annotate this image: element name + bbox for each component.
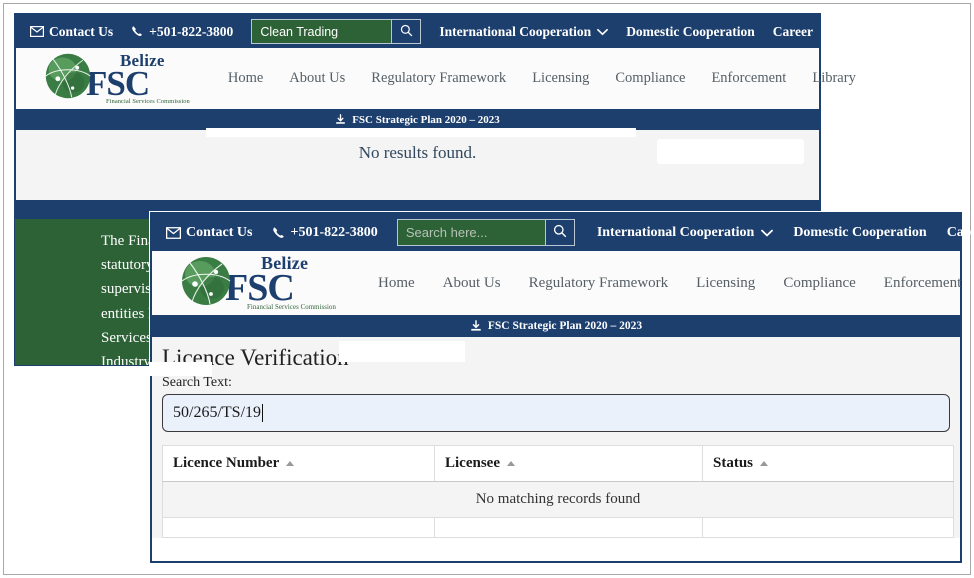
bg-search-group[interactable] <box>251 19 422 44</box>
bg-nav-home[interactable]: Home <box>228 70 263 87</box>
download-icon <box>335 114 346 125</box>
fg-search-group[interactable] <box>396 219 575 246</box>
fg-phone-label: +501-822-3800 <box>290 224 378 240</box>
fg-nav-enforcement[interactable]: Enforcement <box>884 275 961 292</box>
globe-icon <box>42 51 94 106</box>
bg-contact-us-label: Contact Us <box>49 23 114 39</box>
phone-icon <box>131 25 144 38</box>
bg-results-area: No results found. <box>16 128 819 200</box>
licence-results-table: Licence Number Licensee Status No matchi… <box>162 445 954 538</box>
fg-nav-about-us[interactable]: About Us <box>443 275 501 292</box>
globe-icon <box>178 254 234 313</box>
bg-nav-domestic-cooperation[interactable]: Domestic Cooperation <box>626 24 755 40</box>
bg-phone-label: +501-822-3800 <box>149 23 234 39</box>
chevron-down-icon <box>597 28 609 36</box>
table-foot <box>162 517 954 538</box>
fg-nav-home[interactable]: Home <box>378 275 415 292</box>
foreground-browser-window[interactable]: Contact Us +501-822-3800 Search here... … <box>150 212 974 563</box>
bg-main-nav: Home About Us Regulatory Framework Licen… <box>228 70 856 87</box>
bg-search-input[interactable] <box>251 19 392 44</box>
bg-logo-subtitle: Financial Services Commission <box>106 97 190 105</box>
fg-redaction-block-2 <box>150 362 212 376</box>
column-header-licensee-label: Licensee <box>445 455 500 471</box>
fg-nav-international-cooperation[interactable]: International Cooperation <box>597 225 774 241</box>
bg-nav-faqs[interactable]: FAQs <box>829 24 862 40</box>
fg-search-button[interactable] <box>544 219 575 246</box>
fg-logo-fsc: FSC <box>225 267 295 310</box>
table-head: Licence Number Licensee Status <box>162 445 954 482</box>
fg-phone-link[interactable]: +501-822-3800 <box>272 225 378 241</box>
fg-nav-licensing[interactable]: Licensing <box>696 275 755 292</box>
bg-nav-international-cooperation-label: International Cooperation <box>439 23 592 39</box>
background-browser-window[interactable]: Contact Us +501-822-3800 Clean Trading I… <box>14 13 862 202</box>
fg-strategic-plan-label: FSC Strategic Plan 2020 – 2023 <box>487 320 643 332</box>
search-icon <box>400 24 413 40</box>
fg-search-input[interactable] <box>396 219 545 246</box>
search-text-label: Search Text: <box>162 375 232 390</box>
mail-icon <box>30 26 44 37</box>
fg-nav-compliance[interactable]: Compliance <box>783 275 855 292</box>
page-title: Licence Verification <box>162 345 349 370</box>
bg-brand-nav-bar: Belize FSC Financial Services Commission… <box>16 48 856 109</box>
sort-ascending-icon <box>286 461 295 467</box>
fg-strategic-plan-bar[interactable]: FSC Strategic Plan 2020 – 2023 <box>152 315 960 337</box>
text-cursor <box>262 404 264 422</box>
bg-contact-us-link[interactable]: Contact Us <box>30 24 113 40</box>
bg-strategic-plan-bar[interactable]: FSC Strategic Plan 2020 – 2023 <box>16 109 819 130</box>
column-header-status-label: Status <box>713 455 754 471</box>
table-body: No matching records found <box>162 481 954 518</box>
mail-icon <box>166 226 181 239</box>
fg-top-utility-bar: Contact Us +501-822-3800 Search here... … <box>152 214 974 251</box>
column-header-licence-number-label: Licence Number <box>173 455 280 471</box>
fg-logo-subtitle: Financial Services Commission <box>247 304 336 312</box>
search-text-input[interactable]: 50/265/TS/19 <box>162 394 950 432</box>
chevron-down-icon <box>761 229 774 237</box>
bg-nav-about-us[interactable]: About Us <box>289 70 345 87</box>
fg-nav-regulatory-framework[interactable]: Regulatory Framework <box>529 275 669 292</box>
bg-nav-regulatory-framework[interactable]: Regulatory Framework <box>371 70 506 87</box>
column-header-status[interactable]: Status <box>702 445 954 482</box>
bg-search-button[interactable] <box>391 19 422 44</box>
table-empty-row: No matching records found <box>162 481 954 518</box>
bg-nav-compliance[interactable]: Compliance <box>615 70 685 87</box>
footer-cell-licensee <box>434 517 703 538</box>
bg-phone-link[interactable]: +501-822-3800 <box>131 24 233 40</box>
bg-nav-international-cooperation[interactable]: International Cooperation <box>439 23 609 40</box>
fg-nav-domestic-cooperation[interactable]: Domestic Cooperation <box>793 225 926 241</box>
phone-icon <box>272 226 286 240</box>
fg-nav-career[interactable]: Career <box>947 225 974 241</box>
fg-nav-international-cooperation-label: International Cooperation <box>596 224 755 240</box>
fg-contact-us-label: Contact Us <box>186 224 253 240</box>
column-header-licence-number[interactable]: Licence Number <box>162 445 435 482</box>
bg-redaction-strip <box>206 128 636 137</box>
bg-nav-career[interactable]: Career <box>773 24 813 40</box>
bg-strategic-plan-label: FSC Strategic Plan 2020 – 2023 <box>352 113 500 126</box>
fg-page-content: Licence Verification Search Text: 50/265… <box>150 337 960 538</box>
bg-redaction-block <box>657 139 804 164</box>
table-footer-row <box>162 517 954 538</box>
footer-cell-licence-number <box>162 517 435 538</box>
fg-contact-us-link[interactable]: Contact Us <box>166 225 253 241</box>
sort-ascending-icon <box>760 461 769 467</box>
fg-brand-nav-bar: Belize FSC Financial Services Commission… <box>152 251 961 315</box>
bg-nav-library[interactable]: Library <box>812 70 855 87</box>
fg-main-nav: Home About Us Regulatory Framework Licen… <box>378 275 974 292</box>
bg-nav-enforcement[interactable]: Enforcement <box>711 70 786 87</box>
bg-logo-fsc: FSC <box>86 63 150 103</box>
download-icon <box>470 320 482 332</box>
footer-cell-status <box>702 517 954 538</box>
bg-nav-licensing[interactable]: Licensing <box>532 70 589 87</box>
table-header-row: Licence Number Licensee Status <box>162 445 954 482</box>
sort-ascending-icon <box>506 461 515 467</box>
screenshot-root: Contact Us +501-822-3800 Clean Trading I… <box>0 0 974 578</box>
no-matching-records-message: No matching records found <box>162 481 954 518</box>
bg-site-logo[interactable]: Belize FSC Financial Services Commission <box>42 51 190 106</box>
search-icon <box>553 224 567 241</box>
fg-redaction-block <box>339 341 465 362</box>
search-text-value: 50/265/TS/19 <box>173 404 262 421</box>
bg-top-utility-bar: Contact Us +501-822-3800 Clean Trading I… <box>16 15 862 48</box>
column-header-licensee[interactable]: Licensee <box>434 445 703 482</box>
fg-site-logo[interactable]: Belize FSC Financial Services Commission <box>178 254 336 313</box>
